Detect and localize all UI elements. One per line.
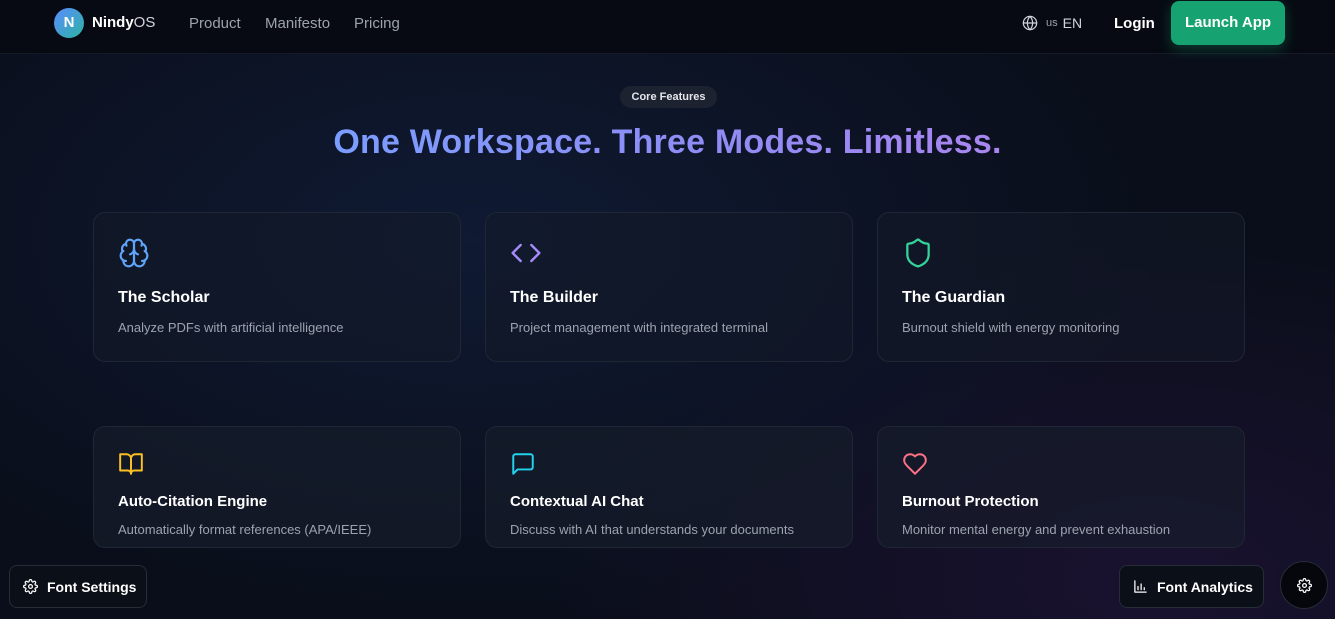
feature-card-burnout-protection[interactable]: Burnout Protection Monitor mental energy… [877,426,1245,548]
mode-card-builder[interactable]: The Builder Project management with inte… [485,212,853,362]
brand-name: Nindy [92,14,134,31]
brain-icon [119,238,149,268]
gear-icon [23,579,38,594]
section-badge: Core Features [620,86,717,108]
feature-title: Burnout Protection [902,493,1039,510]
feature-card-auto-citation[interactable]: Auto-Citation Engine Automatically forma… [93,426,461,548]
book-icon [119,453,143,475]
font-settings-label: Font Settings [47,578,137,595]
gear-icon [1296,577,1312,593]
feature-title: Contextual AI Chat [510,493,644,510]
language-code: EN [1062,15,1083,31]
mode-card-guardian[interactable]: The Guardian Burnout shield with energy … [877,212,1245,362]
language-flag: us [1046,17,1058,29]
mode-description: Project management with integrated termi… [510,320,768,335]
top-navbar: N NindyOS Product Manifesto Pricing us E… [0,0,1335,54]
settings-fab-button[interactable] [1280,561,1328,609]
globe-icon [1022,15,1038,31]
nav-link-product[interactable]: Product [189,15,241,32]
brand-suffix: OS [133,14,156,31]
mode-description: Burnout shield with energy monitoring [902,320,1120,335]
mode-card-scholar[interactable]: The Scholar Analyze PDFs with artificial… [93,212,461,362]
heart-icon [903,453,927,475]
language-selector[interactable]: us EN [1022,14,1082,32]
font-settings-button[interactable]: Font Settings [9,565,147,608]
mode-description: Analyze PDFs with artificial intelligenc… [118,320,344,335]
logo-icon[interactable]: N [54,8,84,38]
mode-title: The Guardian [902,289,1006,306]
feature-description: Discuss with AI that understands your do… [510,522,794,537]
bar-chart-icon [1134,580,1147,593]
headline-text: One Workspace. Three Modes. Limitless. [333,123,1002,161]
section-headline: One Workspace. Three Modes. Limitless. [0,123,1335,162]
feature-title: Auto-Citation Engine [118,493,268,510]
font-analytics-button[interactable]: Font Analytics [1119,565,1264,608]
mode-title: The Scholar [118,289,210,306]
font-analytics-label: Font Analytics [1157,578,1253,595]
login-link[interactable]: Login [1114,15,1155,32]
feature-description: Monitor mental energy and prevent exhaus… [902,522,1171,537]
nav-link-manifesto[interactable]: Manifesto [265,15,330,32]
chat-icon [512,453,534,475]
feature-card-ai-chat[interactable]: Contextual AI Chat Discuss with AI that … [485,426,853,548]
nav-link-pricing[interactable]: Pricing [354,15,400,32]
mode-title: The Builder [510,289,599,306]
code-icon [511,243,541,263]
launch-app-button[interactable]: Launch App [1171,1,1285,45]
feature-description: Automatically format references (APA/IEE… [118,522,372,537]
shield-icon [906,238,930,268]
brand-logo[interactable]: NindyOS [92,14,155,31]
